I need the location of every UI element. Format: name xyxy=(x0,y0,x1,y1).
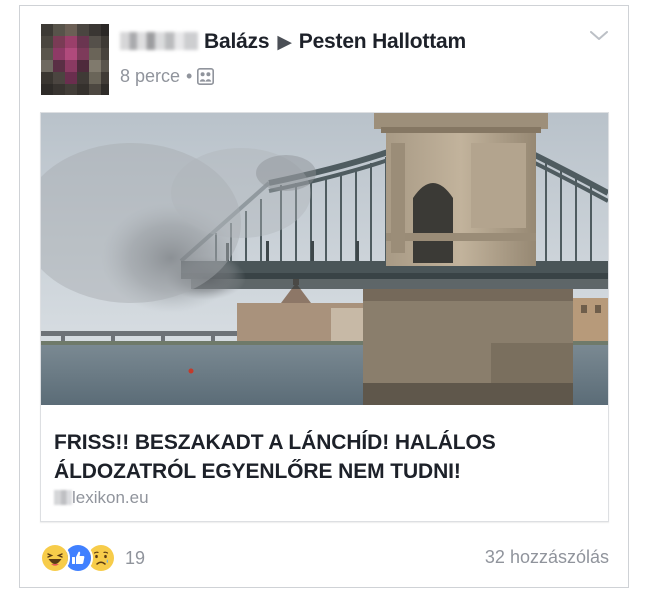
link-source: lexikon.eu xyxy=(54,488,149,508)
author-name[interactable]: Balázs xyxy=(204,30,270,53)
haha-icon xyxy=(40,543,70,573)
post-footer: 19 32 hozzászólás xyxy=(40,543,609,573)
blurred-last-name xyxy=(120,32,198,50)
author-avatar[interactable] xyxy=(41,24,109,95)
link-preview-image xyxy=(41,113,608,405)
post-timestamp[interactable]: 8 perce xyxy=(120,66,180,86)
post-header: Balázs ▶ Pesten Hallottam xyxy=(120,30,466,54)
group-icon xyxy=(197,68,215,90)
reactions-summary[interactable]: 19 xyxy=(40,543,145,573)
share-arrow-icon: ▶ xyxy=(277,32,292,53)
avatar-image xyxy=(41,24,109,95)
link-title[interactable]: FRISS!! BESZAKADT A LÁNCHÍD! HALÁLOS ÁLD… xyxy=(54,428,599,486)
comment-count[interactable]: 32 hozzászólás xyxy=(485,547,609,568)
reaction-count[interactable]: 19 xyxy=(125,548,145,569)
post-meta: 8 perce • xyxy=(120,66,215,90)
link-preview-card[interactable]: FRISS!! BESZAKADT A LÁNCHÍD! HALÁLOS ÁLD… xyxy=(40,112,609,522)
link-source-domain: lexikon.eu xyxy=(72,488,149,507)
blurred-domain-prefix xyxy=(54,490,72,505)
feed-post: Balázs ▶ Pesten Hallottam 8 perce • FRIS… xyxy=(19,5,629,588)
target-group-name[interactable]: Pesten Hallottam xyxy=(299,30,466,53)
chevron-down-icon[interactable] xyxy=(590,28,608,46)
meta-separator: • xyxy=(186,66,193,86)
